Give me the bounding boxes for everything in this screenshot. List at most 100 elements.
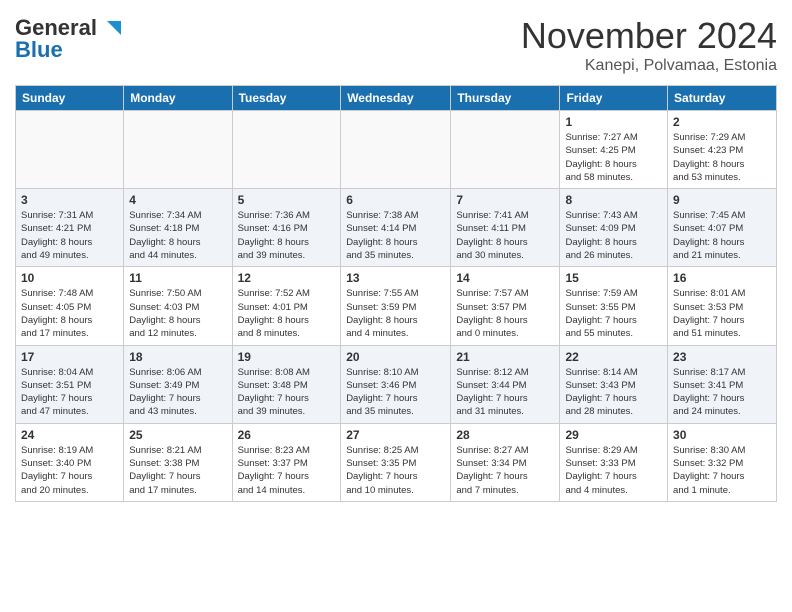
day-number: 25: [129, 428, 226, 442]
calendar-cell: 11 Sunrise: 7:50 AM Sunset: 4:03 PM Dayli…: [124, 267, 232, 345]
calendar-week-row: 3Sunrise: 7:31 AM Sunset: 4:21 PM Daylig…: [16, 189, 777, 267]
col-tuesday: Tuesday: [232, 86, 341, 111]
day-info: Sunrise: 7:50 AM Sunset: 4:03 PM Dayligh…: [129, 287, 226, 340]
day-number: 28: [456, 428, 554, 442]
calendar-cell: [341, 111, 451, 189]
day-number: 24: [21, 428, 118, 442]
day-info: Sunrise: 7:57 AM Sunset: 3:57 PM Dayligh…: [456, 287, 554, 340]
day-number: 27: [346, 428, 445, 442]
day-info: Sunrise: 8:14 AM Sunset: 3:43 PM Dayligh…: [565, 366, 662, 419]
col-monday: Monday: [124, 86, 232, 111]
day-info: Sunrise: 8:25 AM Sunset: 3:35 PM Dayligh…: [346, 444, 445, 497]
calendar-cell: [451, 111, 560, 189]
calendar-week-row: 10Sunrise: 7:48 AM Sunset: 4:05 PM Dayli…: [16, 267, 777, 345]
logo-blue: Blue: [15, 37, 121, 63]
col-saturday: Saturday: [668, 86, 777, 111]
day-number: 11: [129, 271, 226, 285]
logo-icon: [99, 17, 121, 39]
day-info: Sunrise: 8:21 AM Sunset: 3:38 PM Dayligh…: [129, 444, 226, 497]
day-number: 12: [238, 271, 336, 285]
col-friday: Friday: [560, 86, 668, 111]
calendar-cell: 13 Sunrise: 7:55 AM Sunset: 3:59 PM Dayli…: [341, 267, 451, 345]
day-number: 13: [346, 271, 445, 285]
calendar-cell: 16 Sunrise: 8:01 AM Sunset: 3:53 PM Dayli…: [668, 267, 777, 345]
calendar-week-row: 1 Sunrise: 7:27 AM Sunset: 4:25 PM Daylig…: [16, 111, 777, 189]
day-info: Sunrise: 8:19 AM Sunset: 3:40 PM Dayligh…: [21, 444, 118, 497]
calendar-cell: 21 Sunrise: 8:12 AM Sunset: 3:44 PM Dayli…: [451, 345, 560, 423]
calendar-cell: 2Sunrise: 7:29 AM Sunset: 4:23 PM Daylig…: [668, 111, 777, 189]
page-container: General Blue November 2024 Kanepi, Polva…: [0, 0, 792, 512]
calendar: Sunday Monday Tuesday Wednesday Thursday…: [15, 85, 777, 502]
calendar-cell: 22Sunrise: 8:14 AM Sunset: 3:43 PM Dayli…: [560, 345, 668, 423]
calendar-header-row: Sunday Monday Tuesday Wednesday Thursday…: [16, 86, 777, 111]
day-info: Sunrise: 8:06 AM Sunset: 3:49 PM Dayligh…: [129, 366, 226, 419]
day-number: 17: [21, 350, 118, 364]
day-number: 23: [673, 350, 771, 364]
day-info: Sunrise: 8:30 AM Sunset: 3:32 PM Dayligh…: [673, 444, 771, 497]
day-info: Sunrise: 7:31 AM Sunset: 4:21 PM Dayligh…: [21, 209, 118, 262]
calendar-cell: 20Sunrise: 8:10 AM Sunset: 3:46 PM Dayli…: [341, 345, 451, 423]
calendar-cell: 30 Sunrise: 8:30 AM Sunset: 3:32 PM Dayli…: [668, 423, 777, 501]
day-info: Sunrise: 8:01 AM Sunset: 3:53 PM Dayligh…: [673, 287, 771, 340]
header: General Blue November 2024 Kanepi, Polva…: [15, 15, 777, 75]
calendar-cell: 25 Sunrise: 8:21 AM Sunset: 3:38 PM Dayli…: [124, 423, 232, 501]
day-number: 2: [673, 115, 771, 129]
day-info: Sunrise: 7:52 AM Sunset: 4:01 PM Dayligh…: [238, 287, 336, 340]
calendar-cell: 1 Sunrise: 7:27 AM Sunset: 4:25 PM Daylig…: [560, 111, 668, 189]
day-info: Sunrise: 8:27 AM Sunset: 3:34 PM Dayligh…: [456, 444, 554, 497]
calendar-cell: 28 Sunrise: 8:27 AM Sunset: 3:34 PM Dayli…: [451, 423, 560, 501]
day-number: 5: [238, 193, 336, 207]
day-number: 6: [346, 193, 445, 207]
day-number: 4: [129, 193, 226, 207]
col-wednesday: Wednesday: [341, 86, 451, 111]
day-number: 26: [238, 428, 336, 442]
calendar-cell: [232, 111, 341, 189]
calendar-cell: 14 Sunrise: 7:57 AM Sunset: 3:57 PM Dayli…: [451, 267, 560, 345]
day-info: Sunrise: 7:36 AM Sunset: 4:16 PM Dayligh…: [238, 209, 336, 262]
day-number: 29: [565, 428, 662, 442]
day-info: Sunrise: 7:27 AM Sunset: 4:25 PM Dayligh…: [565, 131, 662, 184]
calendar-cell: 26Sunrise: 8:23 AM Sunset: 3:37 PM Dayli…: [232, 423, 341, 501]
calendar-cell: 15 Sunrise: 7:59 AM Sunset: 3:55 PM Dayli…: [560, 267, 668, 345]
day-number: 7: [456, 193, 554, 207]
day-info: Sunrise: 7:48 AM Sunset: 4:05 PM Dayligh…: [21, 287, 118, 340]
day-info: Sunrise: 7:59 AM Sunset: 3:55 PM Dayligh…: [565, 287, 662, 340]
calendar-week-row: 17 Sunrise: 8:04 AM Sunset: 3:51 PM Dayli…: [16, 345, 777, 423]
calendar-cell: 29 Sunrise: 8:29 AM Sunset: 3:33 PM Dayli…: [560, 423, 668, 501]
calendar-cell: 10Sunrise: 7:48 AM Sunset: 4:05 PM Dayli…: [16, 267, 124, 345]
day-number: 18: [129, 350, 226, 364]
day-info: Sunrise: 7:41 AM Sunset: 4:11 PM Dayligh…: [456, 209, 554, 262]
day-info: Sunrise: 8:04 AM Sunset: 3:51 PM Dayligh…: [21, 366, 118, 419]
day-info: Sunrise: 7:34 AM Sunset: 4:18 PM Dayligh…: [129, 209, 226, 262]
calendar-cell: 3Sunrise: 7:31 AM Sunset: 4:21 PM Daylig…: [16, 189, 124, 267]
calendar-cell: 23 Sunrise: 8:17 AM Sunset: 3:41 PM Dayli…: [668, 345, 777, 423]
day-info: Sunrise: 7:43 AM Sunset: 4:09 PM Dayligh…: [565, 209, 662, 262]
calendar-cell: 5 Sunrise: 7:36 AM Sunset: 4:16 PM Daylig…: [232, 189, 341, 267]
calendar-week-row: 24 Sunrise: 8:19 AM Sunset: 3:40 PM Dayli…: [16, 423, 777, 501]
day-number: 15: [565, 271, 662, 285]
day-info: Sunrise: 7:55 AM Sunset: 3:59 PM Dayligh…: [346, 287, 445, 340]
month-title: November 2024: [521, 15, 777, 57]
calendar-cell: 4 Sunrise: 7:34 AM Sunset: 4:18 PM Daylig…: [124, 189, 232, 267]
day-info: Sunrise: 8:29 AM Sunset: 3:33 PM Dayligh…: [565, 444, 662, 497]
day-number: 30: [673, 428, 771, 442]
day-number: 16: [673, 271, 771, 285]
location: Kanepi, Polvamaa, Estonia: [521, 57, 777, 75]
calendar-cell: 9Sunrise: 7:45 AM Sunset: 4:07 PM Daylig…: [668, 189, 777, 267]
calendar-cell: 27 Sunrise: 8:25 AM Sunset: 3:35 PM Dayli…: [341, 423, 451, 501]
day-number: 14: [456, 271, 554, 285]
title-section: November 2024 Kanepi, Polvamaa, Estonia: [521, 15, 777, 75]
day-info: Sunrise: 8:08 AM Sunset: 3:48 PM Dayligh…: [238, 366, 336, 419]
calendar-cell: [124, 111, 232, 189]
day-info: Sunrise: 8:10 AM Sunset: 3:46 PM Dayligh…: [346, 366, 445, 419]
day-number: 19: [238, 350, 336, 364]
day-info: Sunrise: 8:17 AM Sunset: 3:41 PM Dayligh…: [673, 366, 771, 419]
calendar-cell: 6Sunrise: 7:38 AM Sunset: 4:14 PM Daylig…: [341, 189, 451, 267]
calendar-cell: 7 Sunrise: 7:41 AM Sunset: 4:11 PM Daylig…: [451, 189, 560, 267]
day-number: 1: [565, 115, 662, 129]
calendar-cell: 24 Sunrise: 8:19 AM Sunset: 3:40 PM Dayli…: [16, 423, 124, 501]
day-info: Sunrise: 8:12 AM Sunset: 3:44 PM Dayligh…: [456, 366, 554, 419]
calendar-cell: 8Sunrise: 7:43 AM Sunset: 4:09 PM Daylig…: [560, 189, 668, 267]
logo: General Blue: [15, 15, 121, 63]
day-number: 21: [456, 350, 554, 364]
